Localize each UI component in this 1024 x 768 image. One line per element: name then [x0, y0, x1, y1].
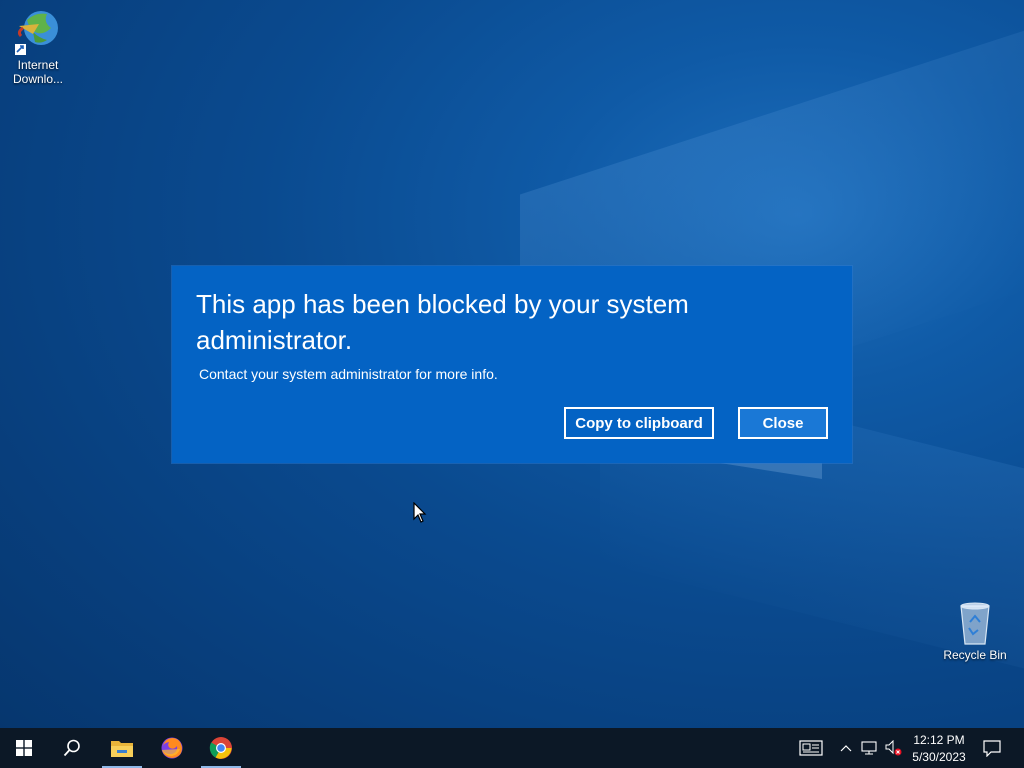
- chrome-icon: [209, 737, 232, 759]
- network-icon: [861, 741, 877, 755]
- network-status[interactable]: [858, 728, 882, 768]
- news-and-interests-icon: [799, 740, 823, 756]
- dialog-title: This app has been blocked by your system…: [196, 289, 689, 355]
- notification-icon: [983, 740, 1001, 757]
- taskbar-clock[interactable]: 12:12 PM 5/30/2023: [904, 730, 974, 766]
- volume-control[interactable]: [882, 728, 906, 768]
- taskbar-file-explorer[interactable]: [98, 728, 146, 768]
- start-button[interactable]: [0, 728, 48, 768]
- dialog-message: Contact your system administrator for mo…: [199, 366, 498, 382]
- news-and-interests-button[interactable]: [794, 728, 828, 768]
- taskbar-firefox[interactable]: [148, 728, 196, 768]
- desktop-icon-internet-download-manager[interactable]: Internet Downlo...: [0, 6, 76, 86]
- app-blocked-dialog: This app has been blocked by your system…: [172, 266, 852, 463]
- windows-start-icon: [16, 740, 32, 756]
- internet-download-manager-icon: [15, 11, 58, 55]
- firefox-icon: [161, 737, 183, 759]
- mouse-cursor-icon: [413, 502, 427, 523]
- chevron-up-icon: [840, 745, 852, 752]
- desktop-icon-recycle-bin[interactable]: Recycle Bin: [937, 600, 1013, 662]
- clock-date: 5/30/2023: [912, 750, 966, 764]
- volume-muted-icon: [885, 740, 902, 756]
- recycle-bin-icon: [960, 602, 990, 645]
- taskbar-chrome[interactable]: [197, 728, 245, 768]
- clock-time: 12:12 PM: [913, 733, 965, 747]
- action-center-button[interactable]: [978, 728, 1006, 768]
- desktop-icon-label: Internet Downlo...: [12, 58, 64, 86]
- search-icon: [63, 739, 80, 757]
- close-button[interactable]: Close: [738, 407, 828, 439]
- desktop-icon-label: Recycle Bin: [943, 648, 1007, 662]
- file-explorer-icon: [111, 741, 133, 757]
- copy-to-clipboard-button[interactable]: Copy to clipboard: [564, 407, 714, 439]
- show-hidden-icons-button[interactable]: [836, 728, 856, 768]
- search-button[interactable]: [48, 728, 96, 768]
- taskbar: 12:12 PM 5/30/2023: [0, 728, 1024, 768]
